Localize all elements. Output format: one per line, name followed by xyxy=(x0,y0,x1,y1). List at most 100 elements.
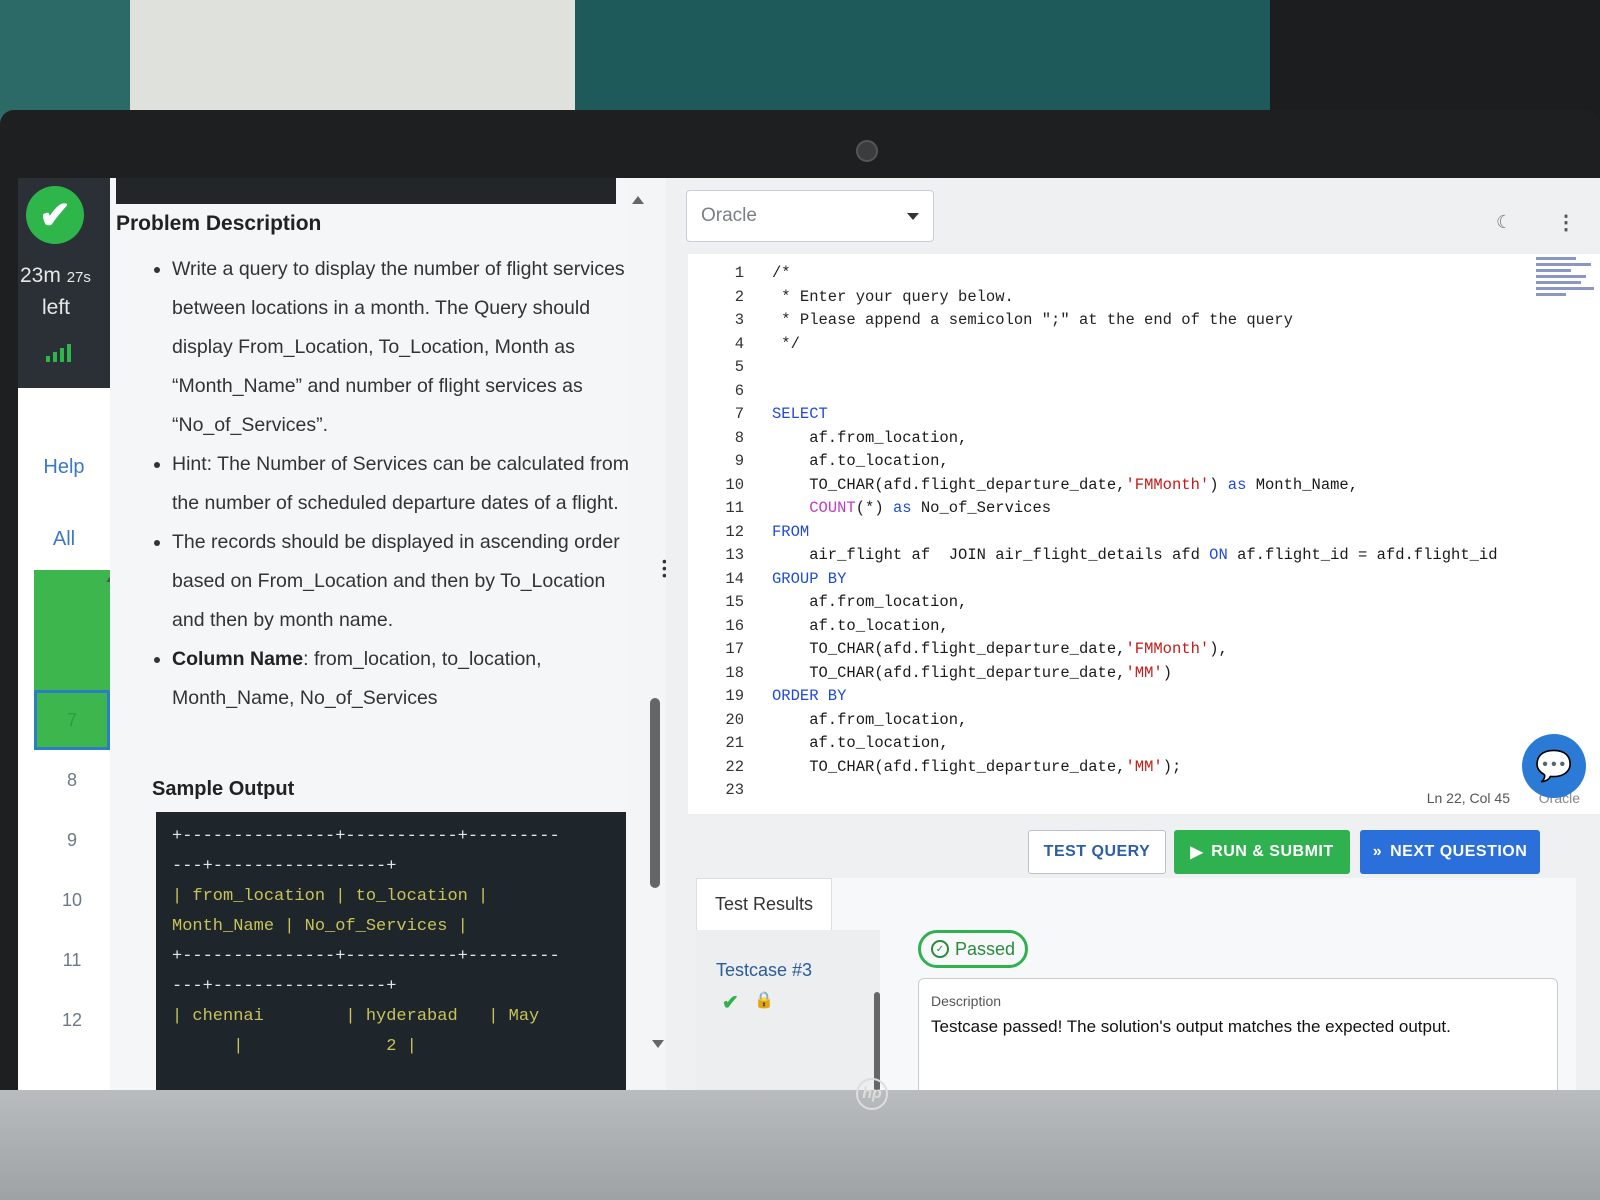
code-line[interactable]: 1 /* xyxy=(688,262,791,285)
testcase-list: Testcase #3 ✔ 🔒 xyxy=(696,930,880,1096)
description-label: Description xyxy=(931,993,1002,1009)
description-text: Testcase passed! The solution's output m… xyxy=(931,1017,1451,1036)
question-item-6[interactable]: 6 xyxy=(34,630,110,690)
help-link[interactable]: Help xyxy=(18,456,110,479)
code-line[interactable]: 6 xyxy=(688,380,772,403)
code-line[interactable]: 11 COUNT(*) as No_of_Services xyxy=(688,497,1051,520)
sample-output: +---------------+-----------+--------- --… xyxy=(156,812,626,1096)
next-question-button[interactable]: » NEXT QUESTION xyxy=(1360,830,1540,874)
line-number: 14 xyxy=(725,569,744,588)
question-item-9[interactable]: 9 xyxy=(34,810,110,870)
bullet-columns: Column Name: from_location, to_location,… xyxy=(172,640,642,718)
code-line[interactable]: 19 ORDER BY xyxy=(688,685,846,708)
sample-output-line: +---------------+-----------+--------- xyxy=(172,827,560,846)
code-text: SELECT xyxy=(772,405,828,423)
code-line[interactable]: 12 FROM xyxy=(688,521,809,544)
test-results-panel: Test Results Testcase #3 ✔ 🔒 ✓ Passed De… xyxy=(696,878,1576,1096)
language-select[interactable]: Oracle xyxy=(686,190,934,242)
code-text: ORDER BY xyxy=(772,687,847,705)
question-item-8[interactable]: 8 xyxy=(34,750,110,810)
code-text: * Enter your query below. xyxy=(772,287,1014,306)
code-line[interactable]: 21 af.to_location, xyxy=(688,732,949,755)
line-number: 5 xyxy=(734,358,744,376)
sample-output-line: | chennai | hyderabad | May xyxy=(172,1007,540,1026)
line-number: 13 xyxy=(725,546,744,564)
code-line[interactable]: 8 af.from_location, xyxy=(688,427,968,450)
question-item-5[interactable]: 5 xyxy=(34,570,110,630)
code-line[interactable]: 9 af.to_location, xyxy=(688,450,949,473)
background-wall xyxy=(0,0,130,115)
line-number: 20 xyxy=(725,710,744,729)
code-line[interactable]: 13 air_flight af JOIN air_flight_details… xyxy=(688,544,1498,567)
line-number: 7 xyxy=(734,405,744,423)
code-line[interactable]: 15 af.from_location, xyxy=(688,591,967,614)
timer-suffix: left xyxy=(42,296,71,319)
line-number: 21 xyxy=(725,734,744,752)
problem-scrollbar[interactable] xyxy=(650,698,660,888)
code-line[interactable]: 2 * Enter your query below. xyxy=(688,286,1014,309)
question-item-10[interactable]: 10 xyxy=(34,870,110,930)
dark-mode-icon[interactable]: ☾ xyxy=(1496,212,1512,233)
next-question-label: NEXT QUESTION xyxy=(1390,843,1528,860)
problem-bullets: Write a query to display the number of f… xyxy=(150,250,642,718)
question-item-7[interactable]: 7 xyxy=(34,690,110,750)
code-line[interactable]: 5 xyxy=(688,356,772,379)
code-minimap[interactable] xyxy=(1536,254,1596,324)
code-line[interactable]: 10 TO_CHAR(afd.flight_departure_date,'FM… xyxy=(688,474,1358,497)
question-list: 5 6 7 8 9 10 11 12 xyxy=(34,570,110,1050)
editor-status-bar: Ln 22, Col 45 Oracle xyxy=(688,782,1600,814)
line-number: 17 xyxy=(725,640,744,658)
line-number: 9 xyxy=(734,452,744,470)
question-item-11[interactable]: 11 xyxy=(34,930,110,990)
hp-logo-icon: hp xyxy=(856,1078,888,1110)
line-number: 15 xyxy=(725,593,744,611)
timer-minutes: 23m xyxy=(20,264,61,287)
status-badge: ✓ Passed xyxy=(918,930,1029,968)
tab-test-results[interactable]: Test Results xyxy=(696,878,832,930)
screen: ✔ 23m 27s left Help All 5 6 7 8 9 10 11 12 Prob… xyxy=(18,178,1600,1096)
signal-icon xyxy=(46,344,71,362)
code-line[interactable]: 18 TO_CHAR(afd.flight_departure_date,'MM… xyxy=(688,662,1172,685)
check-circle-icon: ✓ xyxy=(931,940,949,958)
code-text: */ xyxy=(772,334,800,353)
code-line[interactable]: 4 */ xyxy=(688,333,800,356)
code-text: /* xyxy=(772,264,791,282)
bullet-order: The records should be displayed in ascen… xyxy=(172,523,642,640)
column-label: Column Name xyxy=(172,648,304,670)
code-line[interactable]: 17 TO_CHAR(afd.flight_departure_date,'FM… xyxy=(688,638,1227,661)
code-text: air_flight af JOIN air_flight_details af… xyxy=(772,546,1498,564)
webcam xyxy=(856,140,878,162)
test-query-label: TEST QUERY xyxy=(1043,843,1151,860)
bullet-hint: Hint: The Number of Services can be calc… xyxy=(172,445,642,523)
sample-output-line: ---+-----------------+ xyxy=(172,857,397,876)
test-query-button[interactable]: TEST QUERY xyxy=(1028,830,1166,874)
background-partition xyxy=(575,0,1275,115)
language-value: Oracle xyxy=(701,205,757,226)
code-line[interactable]: 20 af.from_location, xyxy=(688,709,967,732)
code-line[interactable]: 14 GROUP BY xyxy=(688,568,846,591)
problem-scroll-up-icon[interactable] xyxy=(632,196,644,204)
code-line[interactable]: 22 TO_CHAR(afd.flight_departure_date,'MM… xyxy=(688,756,1181,779)
code-line[interactable]: 16 af.to_location, xyxy=(688,615,948,638)
more-options-icon[interactable]: ⋮ xyxy=(1556,210,1576,235)
code-text: af.to_location, xyxy=(772,734,949,752)
code-text: COUNT(*) as No_of_Services xyxy=(809,499,1052,517)
code-editor[interactable]: 1/* 2 * Enter your query below. 3 * Please… xyxy=(688,254,1600,814)
code-line[interactable]: 7 SELECT xyxy=(688,403,828,426)
testcase-item[interactable]: Testcase #3 xyxy=(716,960,812,981)
laptop-base xyxy=(0,1090,1600,1200)
chevron-down-icon xyxy=(907,212,919,220)
line-number: 18 xyxy=(725,663,744,682)
sample-output-line: ---+-----------------+ xyxy=(172,977,397,996)
line-number: 12 xyxy=(725,522,744,541)
problem-scroll-down-icon[interactable] xyxy=(652,1040,664,1048)
line-number: 10 xyxy=(725,475,744,494)
all-link[interactable]: All xyxy=(18,528,110,551)
code-line[interactable]: 3 * Please append a semicolon ";" at the… xyxy=(688,309,1293,332)
run-submit-button[interactable]: ▶ RUN & SUBMIT xyxy=(1174,830,1350,874)
play-icon: ▶ xyxy=(1190,844,1204,861)
question-item-12[interactable]: 12 xyxy=(34,990,110,1050)
chat-icon[interactable]: 💬 xyxy=(1522,734,1586,798)
line-number: 2 xyxy=(734,287,744,306)
line-number: 11 xyxy=(725,499,744,517)
